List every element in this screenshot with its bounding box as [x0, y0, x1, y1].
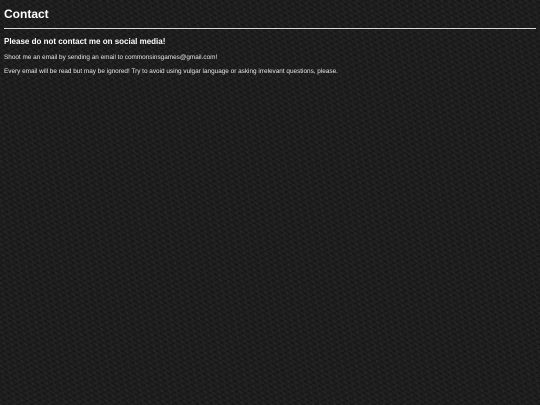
email-instructions: Shoot me an email by sending an email to…	[4, 54, 218, 61]
contact-page: Contact Please do not contact me on soci…	[0, 0, 540, 405]
email-policy: Every email will be read but may be igno…	[4, 68, 338, 75]
social-media-warning: Please do not contact me on social media…	[4, 37, 166, 46]
title-divider	[4, 28, 536, 29]
page-title: Contact	[4, 7, 49, 21]
